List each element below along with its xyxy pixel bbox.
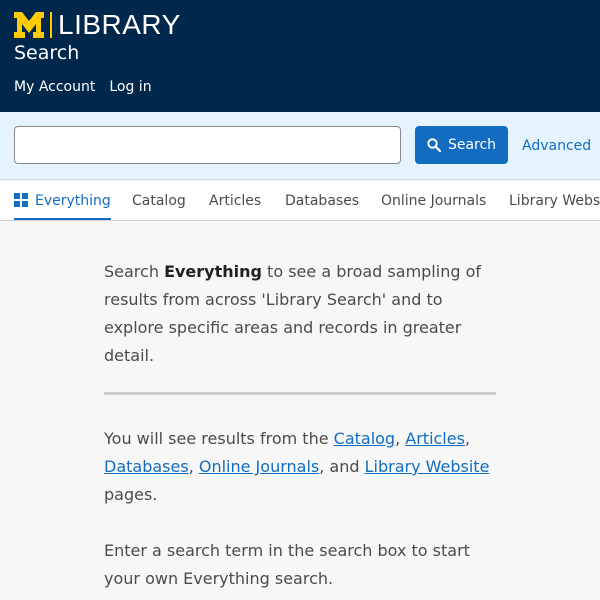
results-info-post: pages. (104, 485, 158, 504)
online-journals-link[interactable]: Online Journals (199, 457, 319, 476)
search-icon (427, 138, 441, 152)
intro-text: Search Everything to see a broad samplin… (104, 258, 496, 370)
main-content: Search Everything to see a broad samplin… (104, 258, 496, 593)
log-in-link[interactable]: Log in (109, 77, 151, 97)
intro-pre: Search (104, 262, 165, 281)
tab-label: Everything (35, 193, 111, 209)
search-button-label: Search (447, 137, 497, 153)
grid-icon (14, 193, 28, 207)
intro-bold: Everything (164, 262, 262, 281)
advanced-search-link[interactable]: Advanced (522, 136, 591, 156)
results-info-pre: You will see results from the (104, 429, 334, 448)
university-logo[interactable]: LIBRARY (14, 10, 181, 40)
search-hint: Enter a search term in the search box to… (104, 541, 470, 588)
search-button[interactable]: Search (415, 126, 508, 164)
separator: , (464, 429, 471, 448)
datastore-tabs: Everything Catalog Articles Databases On… (0, 181, 600, 221)
articles-link[interactable]: Articles (405, 429, 465, 448)
account-nav: My Account Log in (14, 77, 152, 97)
catalog-link[interactable]: Catalog (334, 429, 395, 448)
library-website-link[interactable]: Library Website (365, 457, 490, 476)
search-bar: Search (0, 112, 600, 180)
block-m-icon (14, 12, 44, 38)
tab-articles[interactable]: Articles (209, 181, 261, 220)
separator: , (395, 429, 406, 448)
logo-divider (50, 12, 52, 38)
tab-library-website[interactable]: Library Website (509, 181, 600, 220)
separator: , and (319, 457, 365, 476)
tab-databases[interactable]: Databases (285, 181, 359, 220)
results-info-text: You will see results from the Catalog, A… (104, 425, 496, 509)
site-header: LIBRARY Search My Account Log in (0, 0, 600, 112)
logo-text: LIBRARY (58, 9, 181, 40)
section-divider (104, 392, 496, 395)
app-title[interactable]: Search (14, 40, 79, 66)
tab-everything[interactable]: Everything (14, 181, 111, 220)
my-account-link[interactable]: My Account (14, 77, 95, 97)
search-input[interactable] (14, 126, 401, 164)
tab-catalog[interactable]: Catalog (132, 181, 186, 220)
tab-online-journals[interactable]: Online Journals (381, 181, 486, 220)
databases-link[interactable]: Databases (104, 457, 189, 476)
separator: , (188, 457, 199, 476)
